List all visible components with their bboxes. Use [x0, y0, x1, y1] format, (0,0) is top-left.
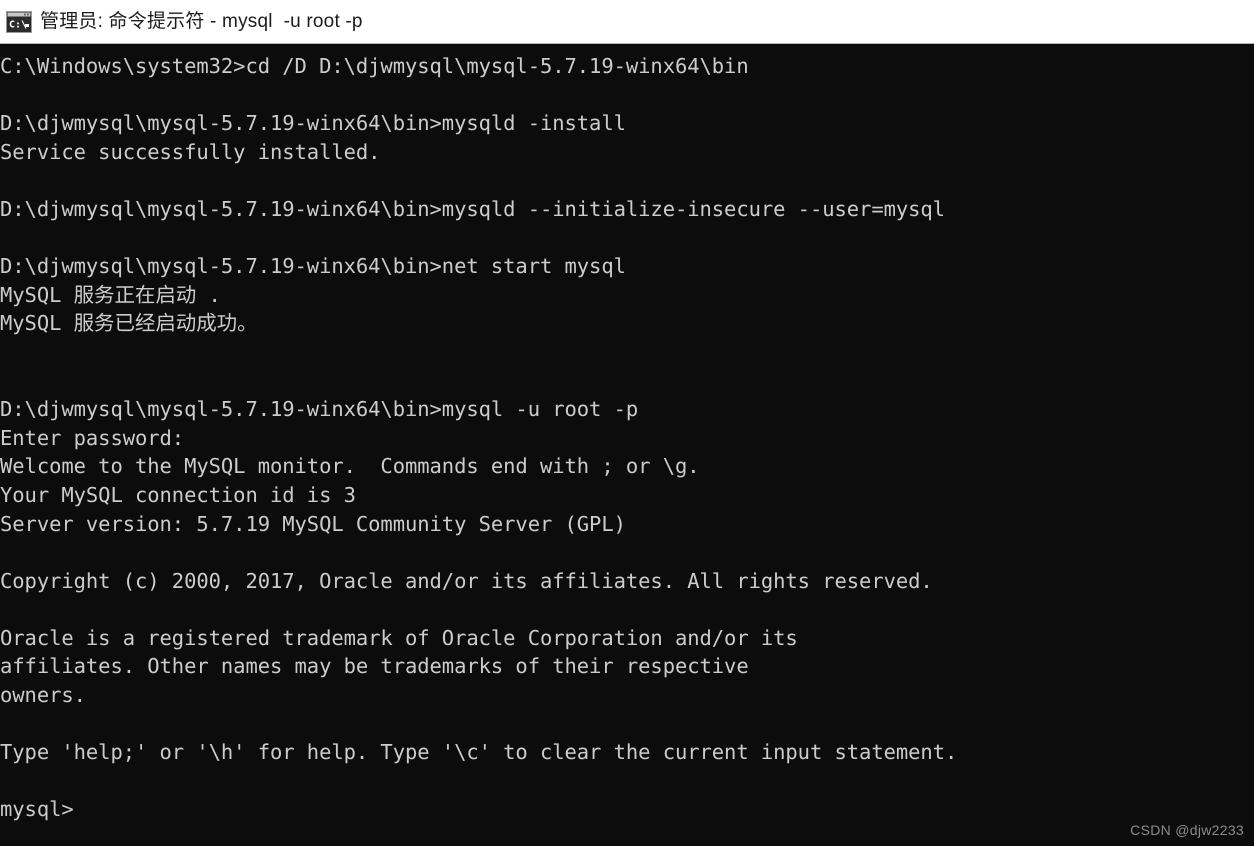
console-line: D:\djwmysql\mysql-5.7.19-winx64\bin>net …: [0, 254, 626, 279]
console-output-area[interactable]: C:\Windows\system32>cd /D D:\djwmysql\my…: [0, 44, 1254, 846]
console-line: MySQL 服务已经启动成功。: [0, 311, 258, 336]
console-line: Copyright (c) 2000, 2017, Oracle and/or …: [0, 568, 933, 593]
console-text: C:\Windows\system32>cd /D D:\djwmysql\my…: [0, 52, 1254, 824]
console-line: affiliates. Other names may be trademark…: [0, 654, 749, 679]
console-line: Enter password:: [0, 425, 185, 450]
console-line: C:\Windows\system32>cd /D D:\djwmysql\my…: [0, 54, 749, 78]
console-line: Welcome to the MySQL monitor. Commands e…: [0, 454, 700, 479]
console-line: Your MySQL connection id is 3: [0, 482, 356, 507]
csdn-watermark: CSDN @djw2233: [1130, 822, 1244, 838]
console-line: mysql>: [0, 797, 74, 822]
console-line: MySQL 服务正在启动 .: [0, 282, 221, 307]
console-line: Service successfully installed.: [0, 139, 381, 164]
cmd-console-icon: C:\: [6, 10, 32, 33]
console-line: Oracle is a registered trademark of Orac…: [0, 625, 798, 650]
console-line: Server version: 5.7.19 MySQL Community S…: [0, 511, 626, 536]
console-line: D:\djwmysql\mysql-5.7.19-winx64\bin>mysq…: [0, 397, 639, 422]
console-line: D:\djwmysql\mysql-5.7.19-winx64\bin>mysq…: [0, 111, 626, 136]
console-line: Type 'help;' or '\h' for help. Type '\c'…: [0, 740, 958, 765]
console-line: owners.: [0, 683, 86, 708]
command-prompt-window: C:\ 管理员: 命令提示符 - mysql -u root -p C:\Win…: [0, 0, 1254, 846]
window-title-label: 管理员: 命令提示符 - mysql -u root -p: [40, 10, 363, 32]
console-line: D:\djwmysql\mysql-5.7.19-winx64\bin>mysq…: [0, 196, 945, 221]
window-titlebar[interactable]: C:\ 管理员: 命令提示符 - mysql -u root -p: [0, 0, 1254, 44]
svg-text:C:\: C:\: [9, 19, 27, 30]
